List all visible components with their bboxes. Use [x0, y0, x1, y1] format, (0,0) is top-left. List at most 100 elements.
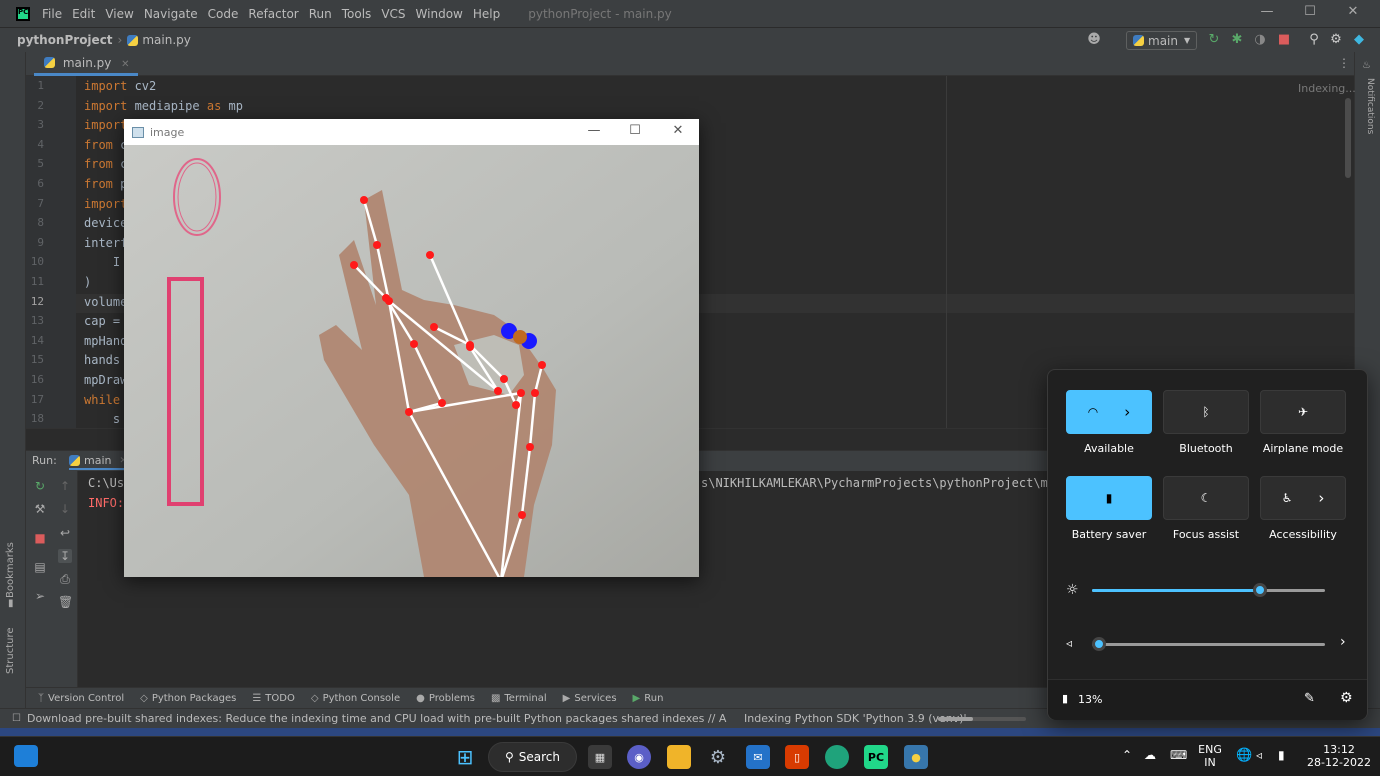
volume-tray-icon[interactable]: ◃	[1256, 749, 1262, 762]
close-icon[interactable]: ✕	[1344, 4, 1362, 19]
menu-run[interactable]: Run	[309, 7, 332, 21]
menu-vcs[interactable]: VCS	[381, 7, 405, 21]
layout-icon[interactable]: ▤	[33, 560, 47, 574]
debug-icon[interactable]: ✱	[1229, 32, 1245, 48]
arrow-up-icon[interactable]: ↑	[58, 479, 72, 493]
scroll-to-end-icon[interactable]: ↧	[58, 549, 72, 563]
coverage-icon[interactable]: ◑	[1252, 32, 1268, 48]
clock[interactable]: 13:12 28-12-2022	[1306, 743, 1372, 769]
keyboard-icon[interactable]: ⌨	[1170, 749, 1187, 762]
battery-tray-icon[interactable]: ▮	[1278, 749, 1285, 762]
more-options-icon[interactable]: ⋮	[1338, 56, 1350, 70]
rerun-icon[interactable]: ↻	[1206, 32, 1222, 48]
tool-version-control[interactable]: ᛉ Version Control	[38, 693, 124, 704]
pycharm-taskbar-icon[interactable]: PC	[864, 745, 888, 769]
settings-app-icon[interactable]: ⚙	[706, 745, 730, 769]
cloud-icon[interactable]: ☁	[1144, 749, 1156, 762]
run-tab-main[interactable]: main ✕	[69, 454, 128, 470]
search-icon[interactable]: ⚲	[1306, 32, 1322, 48]
python-taskbar-icon[interactable]: ●	[904, 745, 928, 769]
image-window-titlebar[interactable]: image — ☐ ✕	[124, 119, 699, 145]
breadcrumb-project[interactable]: pythonProject	[17, 33, 113, 47]
menu-file[interactable]: File	[42, 7, 62, 21]
settings-gear-icon[interactable]: ⚙	[1340, 690, 1353, 706]
menu-view[interactable]: View	[105, 7, 133, 21]
trash-icon[interactable]: 🗑	[58, 595, 73, 609]
chevron-right-icon[interactable]: ›	[1318, 489, 1324, 507]
qs-tile-accessibility[interactable]: ♿ ›	[1260, 476, 1346, 520]
hand-landmark-point	[512, 401, 520, 409]
volume-slider[interactable]	[1092, 637, 1325, 651]
tool-services[interactable]: ▶ Services	[563, 693, 617, 704]
menu-code[interactable]: Code	[208, 7, 239, 21]
qs-tile-airplane-mode[interactable]: ✈	[1260, 390, 1346, 434]
notifications-icon[interactable]: ♨	[1362, 60, 1371, 71]
status-message[interactable]: Download pre-built shared indexes: Reduc…	[27, 712, 727, 725]
jetbrains-logo-icon[interactable]: ◆	[1351, 32, 1367, 48]
user-icon[interactable]: ☻	[1086, 32, 1102, 48]
taskbar-search[interactable]: ⚲ Search	[488, 742, 577, 772]
bookmarks-tab[interactable]: Bookmarks	[5, 542, 16, 598]
tab-main-py[interactable]: main.py ✕	[34, 52, 138, 76]
qs-tile-battery-saver[interactable]: ▮	[1066, 476, 1152, 520]
wrench-icon[interactable]: ⚒	[33, 502, 47, 516]
structure-tab[interactable]: Structure	[5, 627, 16, 674]
tool-terminal[interactable]: ▩ Terminal	[491, 693, 547, 704]
gear-icon[interactable]: ⚙	[1328, 32, 1344, 48]
start-windows-icon[interactable]: ⊞	[453, 745, 477, 769]
stop-icon[interactable]: ■	[33, 531, 47, 545]
volume-slider-thumb[interactable]	[1092, 637, 1106, 651]
status-toggle-icon[interactable]: ☐	[12, 713, 21, 724]
widgets-icon[interactable]	[14, 745, 38, 767]
tool-todo[interactable]: ☰ TODO	[252, 693, 295, 704]
opencv-image-window[interactable]: image — ☐ ✕	[124, 119, 699, 577]
image-close-icon[interactable]: ✕	[670, 123, 686, 138]
tool-python-console[interactable]: ◇ Python Console	[311, 693, 400, 704]
volume-output-chevron-icon[interactable]: ›	[1340, 634, 1346, 650]
menu-window[interactable]: Window	[416, 7, 463, 21]
menu-navigate[interactable]: Navigate	[144, 7, 198, 21]
brightness-slider[interactable]	[1092, 583, 1325, 597]
breadcrumb-file[interactable]: main.py	[142, 33, 191, 47]
tool-label: Run	[644, 692, 664, 704]
image-maximize-icon[interactable]: ☐	[627, 123, 643, 138]
tool-run[interactable]: ▶ Run	[633, 693, 664, 704]
menu-help[interactable]: Help	[473, 7, 500, 21]
qs-tile-available[interactable]: ◠ ›	[1066, 390, 1152, 434]
pin-icon[interactable]: ➢	[33, 589, 47, 603]
arrow-down-icon[interactable]: ↓	[58, 502, 72, 516]
tool-problems[interactable]: ● Problems	[416, 693, 475, 704]
stop-icon[interactable]: ■	[1276, 32, 1292, 48]
chevron-right-icon[interactable]: ›	[1124, 403, 1130, 421]
minimize-icon[interactable]: —	[1258, 4, 1276, 19]
file-explorer-icon[interactable]	[667, 745, 691, 769]
tool-python-packages[interactable]: ◇ Python Packages	[140, 693, 236, 704]
task-view-icon[interactable]: ▦	[588, 745, 612, 769]
print-icon[interactable]: ⎙	[58, 572, 72, 586]
tray-chevron-icon[interactable]: ⌃	[1122, 749, 1132, 762]
rerun-icon[interactable]: ↻	[33, 479, 47, 493]
mail-icon[interactable]: ✉	[746, 745, 770, 769]
notifications-tab[interactable]: Notifications	[1365, 78, 1375, 134]
brightness-slider-thumb[interactable]	[1252, 583, 1267, 597]
qs-tile-focus-assist[interactable]: ☾	[1163, 476, 1249, 520]
menu-edit[interactable]: Edit	[72, 7, 95, 21]
chat-icon[interactable]: ◉	[627, 745, 651, 769]
qs-tile-bluetooth[interactable]: ᛒ	[1163, 390, 1249, 434]
menu-refactor[interactable]: Refactor	[248, 7, 298, 21]
edge-icon[interactable]	[825, 745, 849, 769]
run-config-selector[interactable]: main ▼	[1126, 31, 1197, 50]
battery-saver-icon: ▮	[1105, 491, 1113, 505]
soft-wrap-icon[interactable]: ↩	[58, 526, 72, 540]
globe-network-icon[interactable]: 🌐	[1236, 749, 1252, 762]
image-minimize-icon[interactable]: —	[586, 123, 602, 138]
menu-tools[interactable]: Tools	[342, 7, 372, 21]
language-indicator[interactable]: ENG IN	[1196, 743, 1224, 769]
status-task[interactable]: Indexing Python SDK 'Python 3.9 (venv)'	[744, 712, 967, 725]
maximize-icon[interactable]: ☐	[1301, 4, 1319, 19]
edit-icon[interactable]: ✎	[1304, 691, 1315, 706]
battery-percentage[interactable]: 13%	[1078, 693, 1102, 706]
close-tab-icon[interactable]: ✕	[121, 59, 129, 70]
office-icon[interactable]: ▯	[785, 745, 809, 769]
editor-scrollbar[interactable]	[1345, 98, 1351, 178]
